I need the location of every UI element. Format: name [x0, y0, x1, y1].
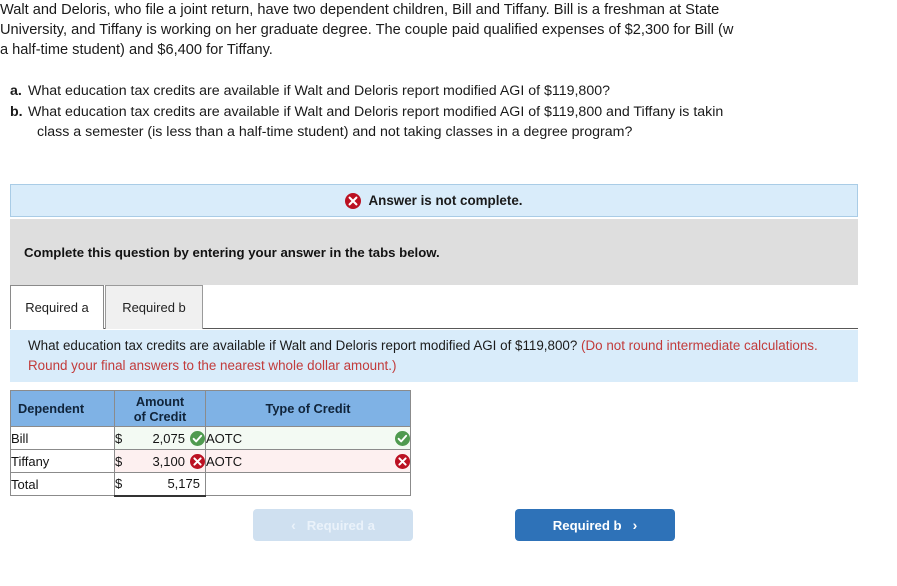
problem-statement: Walt and Deloris, who file a joint retur… [0, 0, 897, 60]
table-row: Bill $ 2,075 AOTC [10, 426, 411, 450]
row-amount-cell[interactable]: $ 5,175 [114, 472, 206, 497]
problem-line: a half-time student) and $6,400 for Tiff… [0, 42, 273, 58]
question-prompt-question: What education tax credits are available… [28, 338, 582, 353]
row-type-value: AOTC [206, 430, 243, 446]
correct-check-icon [190, 430, 205, 446]
currency-symbol: $ [115, 476, 123, 492]
row-type-cell[interactable]: AOTC [205, 426, 411, 450]
table-row: Total $ 5,175 [10, 472, 411, 497]
row-type-cell [205, 472, 411, 496]
requirement-b-continuation: class a semester (is less than a half-ti… [37, 124, 633, 140]
row-type-inner: AOTC [206, 428, 410, 449]
currency-symbol: $ [115, 430, 123, 446]
row-amount-cell[interactable]: $ 3,100 [114, 449, 206, 473]
error-x-icon [345, 192, 362, 209]
answer-table-header-row: Dependent Amount of Credit Type of Credi… [10, 390, 411, 427]
row-amount-value: 5,175 [167, 476, 200, 492]
row-type-inner [206, 474, 410, 495]
question-prompt: What education tax credits are available… [28, 336, 840, 376]
row-amount-cell[interactable]: $ 2,075 [114, 426, 206, 450]
row-amount-value: 2,075 [152, 430, 185, 446]
tab-required-b[interactable]: Required b [105, 285, 203, 329]
requirement-a-label: a. [10, 83, 22, 99]
header-amount-line2: of Credit [133, 408, 187, 424]
chevron-right-icon: › [632, 517, 638, 533]
answer-status-inner: Answer is not complete. [345, 192, 523, 209]
header-amount-of-credit: Amount of Credit [114, 390, 206, 427]
requirements-list: a. What education tax credits are availab… [10, 81, 897, 143]
requirement-a: a. What education tax credits are availab… [10, 81, 897, 102]
tab-strip: Required a Required b [10, 285, 858, 330]
requirement-a-text: What education tax credits are available… [28, 83, 610, 99]
requirement-b-text: What education tax credits are available… [28, 103, 724, 120]
tab-required-b-label: Required b [122, 300, 186, 315]
header-dependent: Dependent [10, 390, 115, 427]
incorrect-x-icon [395, 453, 410, 469]
header-type-of-credit: Type of Credit [205, 390, 411, 427]
header-amount-line1: Amount [135, 393, 185, 409]
answer-table-body: Bill $ 2,075 AOTC Tiffany $ 3,100 AOTC T… [10, 426, 411, 497]
answer-status-banner: Answer is not complete. [10, 184, 858, 217]
row-dependent-name: Tiffany [10, 449, 115, 473]
row-amount-value: 3,100 [152, 453, 185, 469]
currency-symbol: $ [115, 453, 123, 469]
instruction-strip: Complete this question by entering your … [10, 219, 858, 285]
tab-required-a[interactable]: Required a [10, 285, 104, 330]
requirement-b: b. What education tax credits are availab… [10, 102, 897, 143]
previous-required-a-button[interactable]: ‹ Required a [253, 509, 413, 541]
row-amount-inner: $ 3,100 [115, 451, 205, 472]
next-button-label: Required b [552, 517, 622, 533]
requirement-b-label: b. [10, 103, 23, 120]
correct-check-icon [395, 430, 410, 446]
chevron-left-icon: ‹ [291, 517, 296, 533]
table-row: Tiffany $ 3,100 AOTC [10, 449, 411, 473]
incorrect-x-icon [190, 453, 205, 469]
answer-status-text: Answer is not complete. [368, 193, 523, 208]
row-amount-inner: $ 2,075 [115, 428, 205, 449]
tab-required-a-label: Required a [25, 300, 89, 315]
row-type-cell[interactable]: AOTC [205, 449, 411, 473]
row-dependent-name: Bill [10, 426, 115, 450]
problem-line: University, and Tiffany is working on he… [0, 22, 734, 38]
instruction-text: Complete this question by entering your … [24, 244, 440, 260]
answer-table: Dependent Amount of Credit Type of Credi… [10, 390, 411, 497]
question-prompt-band: What education tax credits are available… [10, 330, 858, 382]
row-amount-inner: $ 5,175 [115, 473, 205, 494]
row-type-value: AOTC [206, 453, 243, 469]
problem-line: Walt and Deloris, who file a joint retur… [0, 2, 720, 18]
answer-table-head: Dependent Amount of Credit Type of Credi… [10, 390, 411, 427]
row-dependent-name: Total [10, 472, 115, 496]
previous-button-label: Required a [306, 517, 375, 533]
navigation-buttons: ‹ Required a Required b › [253, 509, 675, 541]
next-required-b-button[interactable]: Required b › [515, 509, 675, 541]
row-type-inner: AOTC [206, 451, 410, 472]
